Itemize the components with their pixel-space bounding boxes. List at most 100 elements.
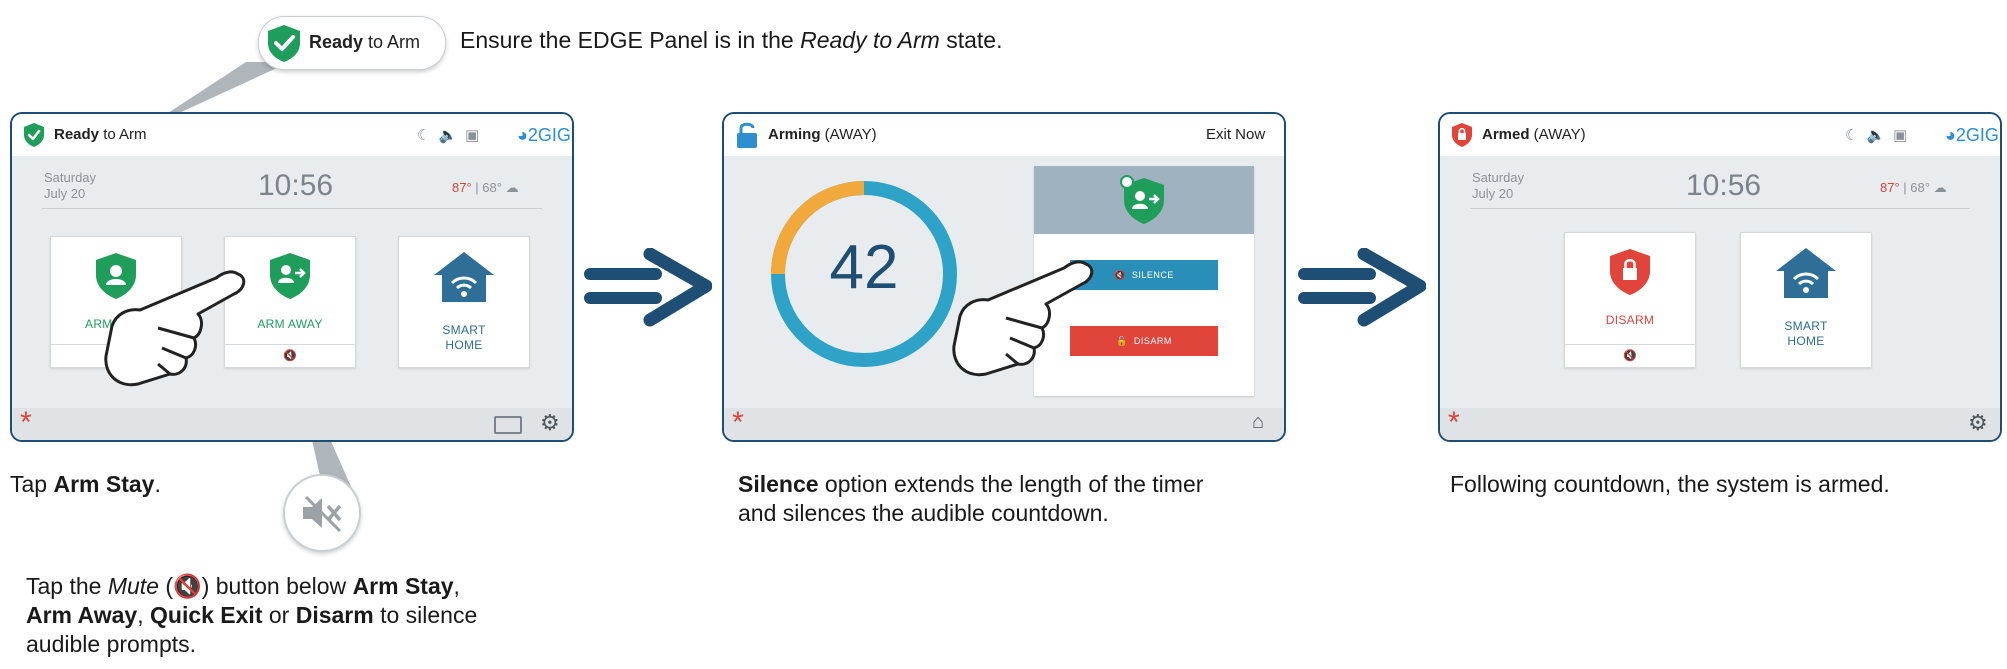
caption-2-line2: and silences the audible countdown. <box>738 500 1109 526</box>
mute-caption-disarm: Disarm <box>295 602 374 628</box>
arming-header <box>1034 166 1254 234</box>
temp-high: 87° <box>452 180 472 195</box>
globe-icon: ◕ <box>517 125 528 145</box>
status-icons: ☾🔈▣ <box>1845 126 1915 144</box>
day-label: Saturday <box>1472 170 1525 185</box>
emergency-icon[interactable]: * <box>20 406 32 440</box>
caption-1-post: . <box>154 471 161 497</box>
emergency-icon[interactable]: * <box>1448 406 1460 440</box>
silence-label: SILENCE <box>1131 270 1174 280</box>
mute-caption-italic: Mute <box>107 573 159 599</box>
bottom-bar: * ⌂ <box>724 406 1284 440</box>
moon-icon[interactable]: ☾ <box>417 127 438 144</box>
screen-arming: Arming (AWAY) Exit Now 42 🔇 SILENCE 🔓 DI… <box>722 112 1286 442</box>
disarm-mute-button[interactable]: 🔇 <box>1565 344 1695 367</box>
shield-check-icon <box>268 25 300 62</box>
home-icon[interactable]: ⌂ <box>1252 411 1264 434</box>
caption-2-bold: Silence <box>738 471 819 497</box>
divider <box>1470 208 1970 209</box>
mute-caption-sep1: , <box>453 573 460 599</box>
disarm-tile[interactable]: DISARM 🔇 <box>1564 232 1696 368</box>
camera-icon[interactable]: ▣ <box>1893 127 1915 144</box>
mute-caption-pre: Tap the <box>26 573 108 599</box>
smart-home-tile[interactable]: SMART HOME <box>398 236 530 368</box>
weather-display: 87° | 68° ☁ <box>1880 180 1947 196</box>
mute-caption-post: to silence <box>373 602 478 628</box>
gear-icon[interactable]: ⚙ <box>540 410 560 436</box>
temp-low: 68° <box>1910 180 1930 195</box>
caption-1-pre: Tap <box>10 471 54 497</box>
exit-now-button[interactable]: Exit Now <box>1206 126 1265 143</box>
mute-caption-line3: audible prompts. <box>26 631 197 657</box>
brand-logo: ◕2GIG <box>1945 125 1999 146</box>
status-rest: to Arm <box>99 126 147 143</box>
cloud-rain-icon: ☁ <box>505 180 519 195</box>
weather-display: 87° | 68° ☁ <box>452 180 519 196</box>
callout-description: Ensure the EDGE Panel is in the Ready to… <box>460 27 1003 54</box>
lock-icon: 🔓 <box>1116 336 1128 346</box>
gear-icon[interactable]: ⚙ <box>1968 410 1988 436</box>
mute-caption-paren-open: ( <box>158 573 174 599</box>
screen-armed: Armed (AWAY) ☾🔈▣ ◕2GIG Saturday July 20 … <box>1438 112 2002 442</box>
speaker-icon[interactable]: 🔈 <box>1866 127 1893 144</box>
house-wifi-icon <box>1776 248 1836 298</box>
shield-exit-icon <box>1120 175 1164 224</box>
caption-2-line1: option extends the length of the timer <box>818 471 1204 497</box>
bottom-bar: * ⚙ <box>12 406 572 440</box>
shield-check-icon <box>24 123 44 147</box>
date-label: July 20 <box>1472 186 1514 201</box>
lock-open-icon <box>737 122 757 148</box>
status-bar: Armed (AWAY) ☾🔈▣ ◕2GIG <box>1440 114 2000 156</box>
status-label: Ready to Arm <box>54 126 147 143</box>
tapping-hand-icon <box>104 270 246 387</box>
speaker-icon[interactable]: 🔈 <box>438 127 465 144</box>
mute-icon: 🔇 <box>1623 350 1637 362</box>
callout-status-rest: to Arm <box>363 32 421 52</box>
shield-lock-icon <box>1610 249 1650 295</box>
disarm-label: DISARM <box>1133 336 1172 346</box>
arrow-next-icon <box>584 248 712 327</box>
caption-mute: Tap the Mute (🔇) button below Arm Stay, … <box>26 572 477 659</box>
mute-caption-quick-exit: Quick Exit <box>150 602 263 628</box>
date-display: Saturday July 20 <box>44 170 96 202</box>
keypad-icon[interactable] <box>494 416 522 434</box>
globe-icon: ◕ <box>1945 125 1956 145</box>
status-rest: (AWAY) <box>1529 126 1586 143</box>
shield-lock-icon <box>1452 123 1472 147</box>
status-bold: Arming <box>768 126 821 143</box>
day-label: Saturday <box>44 170 97 185</box>
emergency-icon[interactable]: * <box>732 406 744 440</box>
moon-icon[interactable]: ☾ <box>1845 127 1866 144</box>
status-label: Arming (AWAY) <box>768 126 877 143</box>
status-bar: Ready to Arm ☾🔈▣ ◕2GIG <box>12 114 572 156</box>
smart-home-label: SMART HOME <box>442 323 486 352</box>
smart-home-label: SMART HOME <box>1784 319 1828 348</box>
status-icons: ☾🔈▣ <box>417 126 487 144</box>
smart-home-tile[interactable]: SMART HOME <box>1740 232 1872 368</box>
date-label: July 20 <box>44 186 86 201</box>
brand-name: 2GIG <box>1955 125 1999 145</box>
caption-step-3: Following countdown, the system is armed… <box>1450 471 1890 497</box>
caption-1-bold: Arm Stay <box>53 471 155 497</box>
mute-icon: 🔇 <box>1114 270 1126 280</box>
mute-caption-arm-away: Arm Away <box>26 602 138 628</box>
callout-status-label: Ready to Arm <box>309 32 420 53</box>
clock-time: 10:56 <box>258 169 334 202</box>
mute-caption-arm-stay: Arm Stay <box>352 573 454 599</box>
mute-caption-sep3: or <box>262 602 296 628</box>
bottom-bar: * ⚙ <box>1440 406 2000 440</box>
mute-callout-circle <box>283 474 361 552</box>
status-bold: Ready <box>54 126 100 143</box>
status-bar: Arming (AWAY) Exit Now <box>724 114 1284 156</box>
clock-time: 10:56 <box>1686 169 1762 202</box>
ready-to-arm-callout-bubble: Ready to Arm <box>258 16 446 70</box>
caption-step-2: Silence option extends the length of the… <box>738 470 1203 528</box>
disarm-label: DISARM <box>1605 313 1655 327</box>
status-label: Armed (AWAY) <box>1482 126 1586 143</box>
temp-high: 87° <box>1880 180 1900 195</box>
countdown-value: 42 <box>829 233 899 302</box>
house-wifi-icon <box>434 252 494 302</box>
camera-icon[interactable]: ▣ <box>465 127 487 144</box>
status-rest: (AWAY) <box>820 126 877 143</box>
mute-caption-paren-close: ) button below <box>201 573 353 599</box>
